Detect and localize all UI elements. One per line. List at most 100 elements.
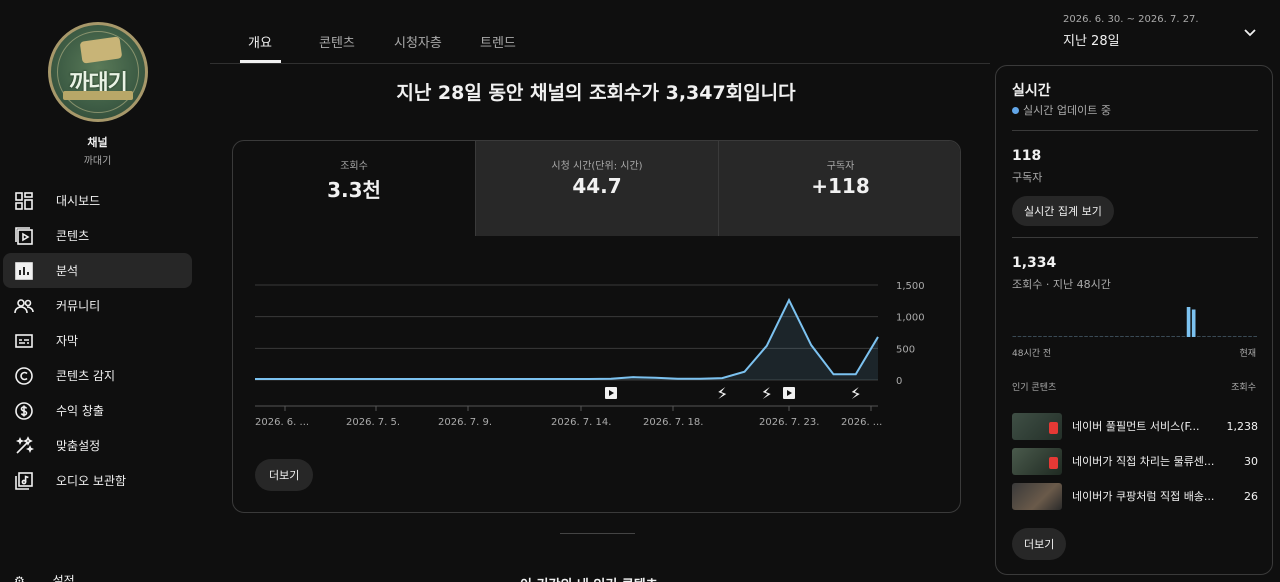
- realtime-bar: [1063, 336, 1068, 337]
- realtime-panel: 실시간 실시간 업데이트 중 118 구독자 실시간 집계 보기 1,334 조…: [995, 65, 1273, 575]
- sidebar-item-subtitles[interactable]: 자막: [3, 323, 192, 358]
- shorts-marker-icon: [851, 387, 860, 399]
- realtime-status-text: 실시간 업데이트 중: [1023, 104, 1111, 117]
- realtime-bar: [1207, 336, 1211, 337]
- x-tick-label: 2026. 7. 5.: [346, 417, 400, 428]
- metric-watch-time[interactable]: 시청 시간(단위: 시간) 44.7: [475, 141, 718, 236]
- x-tick-label: 2026. 7. 14.: [551, 417, 611, 428]
- metric-views[interactable]: 조회수 3.3천: [233, 141, 475, 236]
- content-views: 1,238: [1226, 419, 1259, 433]
- sidebar-item-customization[interactable]: 맞춤설정: [3, 428, 192, 463]
- list-item[interactable]: 네이버 풀필먼트 서비스(F... 1,238: [1012, 412, 1258, 440]
- realtime-bar: [1186, 307, 1191, 337]
- metric-label: 조회수: [340, 161, 368, 172]
- realtime-bar: [1166, 336, 1170, 337]
- sidebar-item-community[interactable]: 커뮤니티: [3, 288, 192, 323]
- metric-value: +118: [811, 174, 870, 198]
- analytics-icon: [14, 261, 34, 281]
- content-icon: [14, 226, 34, 246]
- realtime-bar: [1176, 336, 1181, 337]
- realtime-bar: [1053, 336, 1058, 337]
- realtime-count-button[interactable]: 실시간 집계 보기: [1012, 196, 1114, 226]
- sidebar-item-label: 분석: [56, 264, 79, 278]
- live-dot-icon: [1012, 106, 1019, 114]
- sidebar-item-audio-library[interactable]: 오디오 보관함: [3, 463, 192, 498]
- realtime-bar: [1156, 336, 1160, 337]
- active-tab-indicator: [240, 60, 281, 63]
- realtime-bar: [1181, 336, 1186, 337]
- realtime-bar: [1099, 336, 1104, 337]
- sidebar-item-content[interactable]: 콘텐츠: [3, 218, 192, 253]
- sidebar-item-dashboard[interactable]: 대시보드: [3, 183, 192, 218]
- list-item[interactable]: 네이버가 쿠팡처럼 직접 배송... 26: [1012, 482, 1258, 510]
- realtime-bar: [1104, 336, 1109, 337]
- sidebar-item-label: 콘텐츠 감지: [56, 369, 116, 383]
- channel-logo[interactable]: 까대기: [48, 22, 148, 122]
- metric-label: 시청 시간(단위: 시간): [551, 161, 643, 172]
- realtime-title: 실시간: [1012, 83, 1051, 99]
- sidebar-item-label: 오디오 보관함: [56, 474, 127, 488]
- realtime-bar: [1109, 336, 1114, 337]
- sidebar-item-copyright[interactable]: 콘텐츠 감지: [3, 358, 192, 393]
- divider: [1012, 237, 1258, 238]
- realtime-bar: [1120, 336, 1124, 337]
- realtime-bar: [1068, 336, 1073, 337]
- content-title: 네이버 풀필먼트 서비스(F...: [1072, 420, 1200, 433]
- realtime-bar: [1135, 336, 1140, 337]
- realtime-bar: [1043, 336, 1047, 337]
- realtime-see-more-button[interactable]: 더보기: [1012, 528, 1067, 560]
- x-tick-label: 2026. 7. 23.: [759, 417, 819, 428]
- see-more-button[interactable]: 더보기: [255, 459, 314, 491]
- sidebar-item-label: 맞춤설정: [56, 439, 101, 453]
- realtime-bar: [1171, 336, 1175, 337]
- x-tick-label: 2026. ...: [841, 417, 882, 428]
- realtime-bar: [1140, 336, 1145, 337]
- realtime-bar: [1217, 336, 1222, 337]
- realtime-bar: [1248, 336, 1252, 337]
- tab-overview[interactable]: 개요: [248, 32, 272, 51]
- sidebar-item-settings[interactable]: ⚙ 설정: [14, 572, 75, 582]
- monetization-icon: [14, 401, 34, 421]
- realtime-bar: [1145, 336, 1150, 337]
- chevron-down-icon[interactable]: [1242, 24, 1258, 40]
- metric-subscribers[interactable]: 구독자 +118: [718, 141, 960, 236]
- realtime-bar: [1238, 336, 1242, 337]
- realtime-bar: [1022, 336, 1027, 337]
- realtime-subscriber-count: 118: [1012, 148, 1042, 164]
- sidebar-item-analytics[interactable]: 분석: [3, 253, 192, 288]
- top-content-section-title: 이 기간의 내 인기 콘텐츠: [520, 574, 658, 582]
- sidebar: 까대기 채널 까대기 대시보드 콘텐츠 분석 커뮤니티 자막 콘텐츠 감지 수익…: [0, 0, 210, 582]
- realtime-bar: [1212, 336, 1216, 337]
- metric-label: 구독자: [826, 161, 855, 172]
- y-tick-label: 1,000: [896, 313, 925, 324]
- video-thumbnail: [1012, 412, 1062, 440]
- top-content-label: 인기 콘텐츠: [1012, 383, 1057, 393]
- copyright-icon: [14, 366, 34, 386]
- realtime-bar: [1232, 336, 1237, 337]
- date-range-label[interactable]: 지난 28일: [1063, 30, 1120, 49]
- realtime-bar: [1125, 336, 1129, 337]
- audio-library-icon: [14, 471, 34, 491]
- sidebar-nav: 대시보드 콘텐츠 분석 커뮤니티 자막 콘텐츠 감지 수익 창출 맞춤설정 오디…: [3, 183, 192, 498]
- content-views: 26: [1244, 489, 1258, 503]
- realtime-bar: [1084, 336, 1088, 337]
- realtime-bar: [1253, 336, 1257, 337]
- list-item[interactable]: 네이버가 직접 차리는 물류센... 30: [1012, 447, 1258, 475]
- realtime-subscriber-label: 구독자: [1012, 171, 1043, 184]
- channel-title: 채널: [87, 136, 108, 149]
- y-tick-label: 1,500: [896, 281, 925, 292]
- realtime-bar: [1202, 336, 1206, 337]
- realtime-bar: [1017, 336, 1022, 337]
- y-tick-label: 0: [896, 376, 902, 387]
- tab-trends[interactable]: 트렌드: [480, 32, 516, 51]
- tab-content[interactable]: 콘텐츠: [319, 32, 355, 51]
- realtime-bar: [1048, 336, 1052, 337]
- tab-audience[interactable]: 시청자층: [394, 32, 442, 51]
- realtime-bar: [1074, 336, 1078, 337]
- customization-icon: [14, 435, 34, 456]
- sidebar-item-monetization[interactable]: 수익 창출: [3, 393, 192, 428]
- realtime-bar: [1150, 336, 1155, 337]
- x-tick-label: 2026. 6. ...: [255, 417, 309, 428]
- date-range-text[interactable]: 2026. 6. 30. ~ 2026. 7. 27.: [1063, 14, 1199, 25]
- x-tick-label: 2026. 7. 9.: [438, 417, 492, 428]
